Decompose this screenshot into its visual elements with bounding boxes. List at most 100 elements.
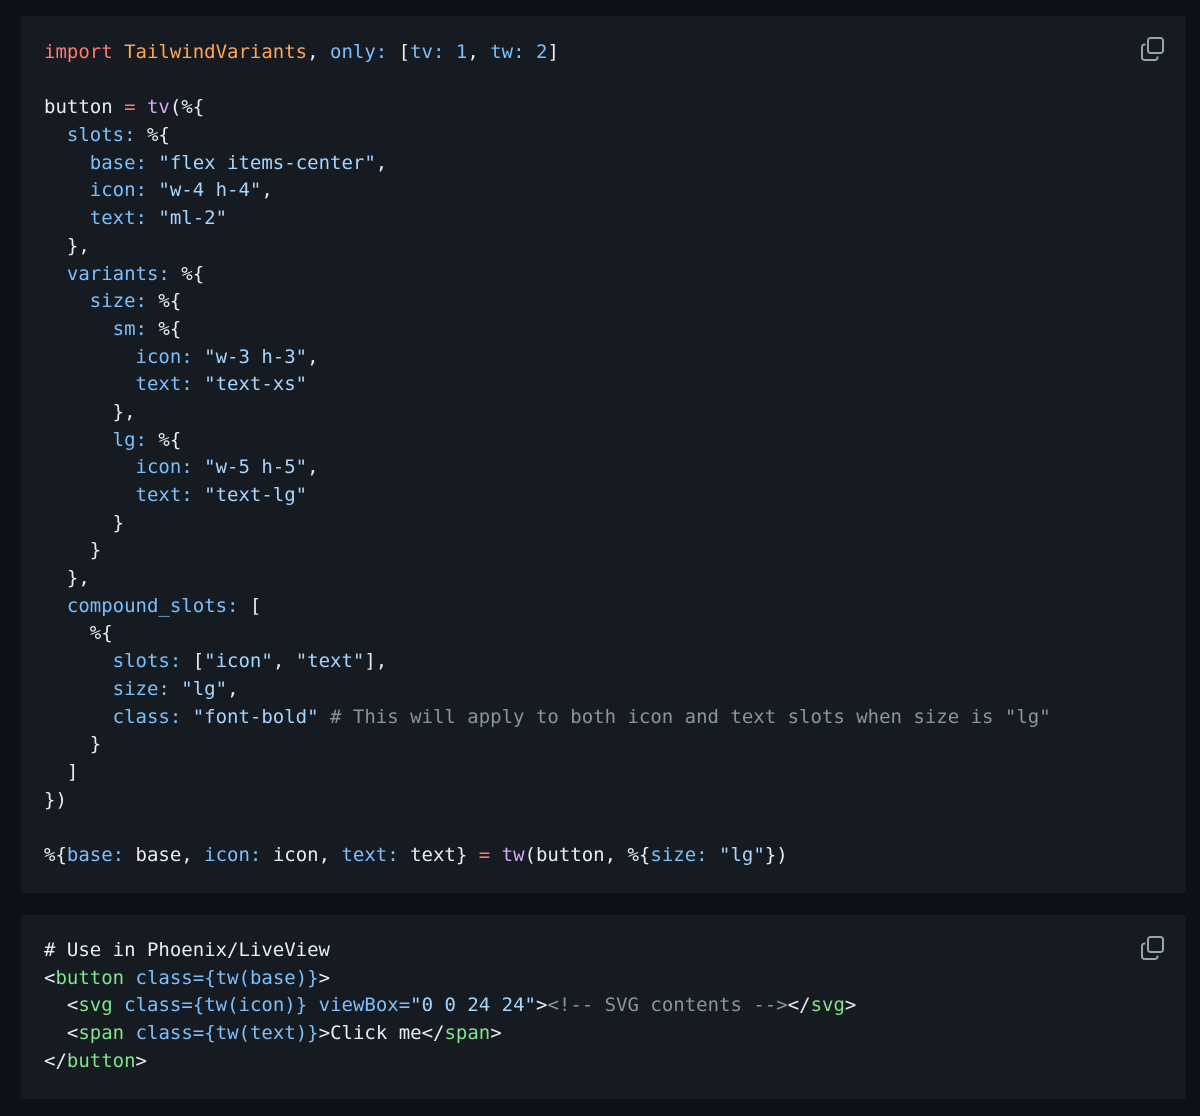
code-token: span	[444, 1022, 491, 1045]
code-line: })	[44, 787, 1051, 815]
code-token: "flex items-center"	[158, 151, 376, 174]
code-token: </	[44, 1049, 67, 1072]
copy-button[interactable]	[1140, 36, 1166, 62]
code-line: <svg class={tw(icon)} viewBox="0 0 24 24…	[44, 992, 856, 1020]
code-token: tv	[146, 96, 170, 119]
code-line: size: %{	[44, 288, 1051, 316]
code-token: <	[44, 966, 56, 989]
code-line: size: "lg",	[44, 676, 1051, 704]
copy-button[interactable]	[1140, 935, 1166, 961]
code-token: base,	[124, 843, 205, 866]
code-token: button	[66, 1049, 136, 1072]
code-token: })	[764, 843, 788, 866]
code-token: base:	[89, 151, 147, 174]
code-line: slots: ["icon", "text"],	[44, 648, 1051, 676]
copy-icon	[1141, 936, 1164, 960]
code-token: %{	[169, 262, 205, 285]
code-token: 1	[455, 41, 468, 63]
code-token: >	[318, 1022, 331, 1045]
code-token: ,	[307, 345, 319, 368]
code-token: %{	[89, 622, 113, 645]
code-line: %{	[44, 620, 1051, 648]
code-token: "icon"	[204, 650, 273, 673]
code-token: tw:	[490, 41, 525, 63]
code-token: svg	[810, 994, 845, 1017]
code-token: import	[44, 41, 113, 63]
code-content: # Use in Phoenix/LiveView <button class={…	[44, 937, 856, 1075]
code-token: >	[536, 994, 548, 1017]
code-token: ,	[375, 151, 388, 174]
code-token: "ml-2"	[158, 207, 228, 230]
copy-icon	[1141, 37, 1164, 61]
code-token: slots:	[66, 124, 136, 147]
code-token: viewBox	[318, 994, 399, 1017]
code-token: slots:	[112, 650, 182, 673]
code-token: icon,	[261, 843, 342, 866]
code-token: svg	[78, 994, 113, 1017]
code-token: "0 0 24 24"	[410, 994, 536, 1017]
code-token: %{	[135, 124, 170, 147]
code-token: Click me	[330, 1022, 422, 1045]
code-token: "w-5 h-5"	[204, 456, 308, 479]
code-token: "font-bold"	[192, 705, 319, 728]
code-token: ,	[261, 179, 273, 202]
code-token: tw	[501, 843, 525, 866]
code-token: },	[66, 567, 90, 590]
code-line: class: "font-bold" # This will apply to …	[44, 704, 1051, 732]
code-token: "lg"	[719, 843, 765, 866]
code-token: span	[78, 1022, 125, 1045]
code-token: tv:	[410, 41, 445, 63]
code-line: compound_slots: [	[44, 593, 1051, 621]
code-token: ,	[227, 677, 239, 700]
code-token: icon:	[204, 843, 262, 866]
code-token: text}	[398, 843, 479, 866]
code-token: </	[421, 1022, 445, 1045]
code-line: <span class={tw(text)}>Click me</span>	[44, 1020, 856, 1048]
code-token: lg:	[112, 428, 147, 451]
code-token: >	[318, 966, 331, 989]
code-line: slots: %{	[44, 122, 1051, 150]
code-token: [	[181, 650, 205, 673]
code-token: },	[112, 400, 136, 423]
code-line: import TailwindVariants, only: [tv: 1, t…	[44, 39, 1051, 67]
code-token: >	[135, 1049, 147, 1072]
code-token: })	[44, 788, 67, 811]
code-line: button = tv(%{	[44, 94, 1051, 122]
code-token: button	[44, 96, 125, 119]
code-token: "text"	[295, 650, 365, 673]
code-line: text: "text-lg"	[44, 482, 1051, 510]
code-line: <button class={tw(base)}>	[44, 965, 856, 993]
code-token: </	[787, 994, 811, 1017]
code-token: text:	[135, 373, 193, 396]
code-token: text:	[89, 207, 147, 230]
code-token: (%{	[169, 96, 205, 119]
code-line: icon: "w-4 h-4",	[44, 177, 1051, 205]
code-block-heex: # Use in Phoenix/LiveView <button class={…	[21, 915, 1186, 1099]
code-token: "text-lg"	[204, 484, 308, 506]
code-line: }	[44, 537, 1051, 565]
code-token: ,	[307, 456, 319, 479]
code-line: },	[44, 565, 1051, 593]
